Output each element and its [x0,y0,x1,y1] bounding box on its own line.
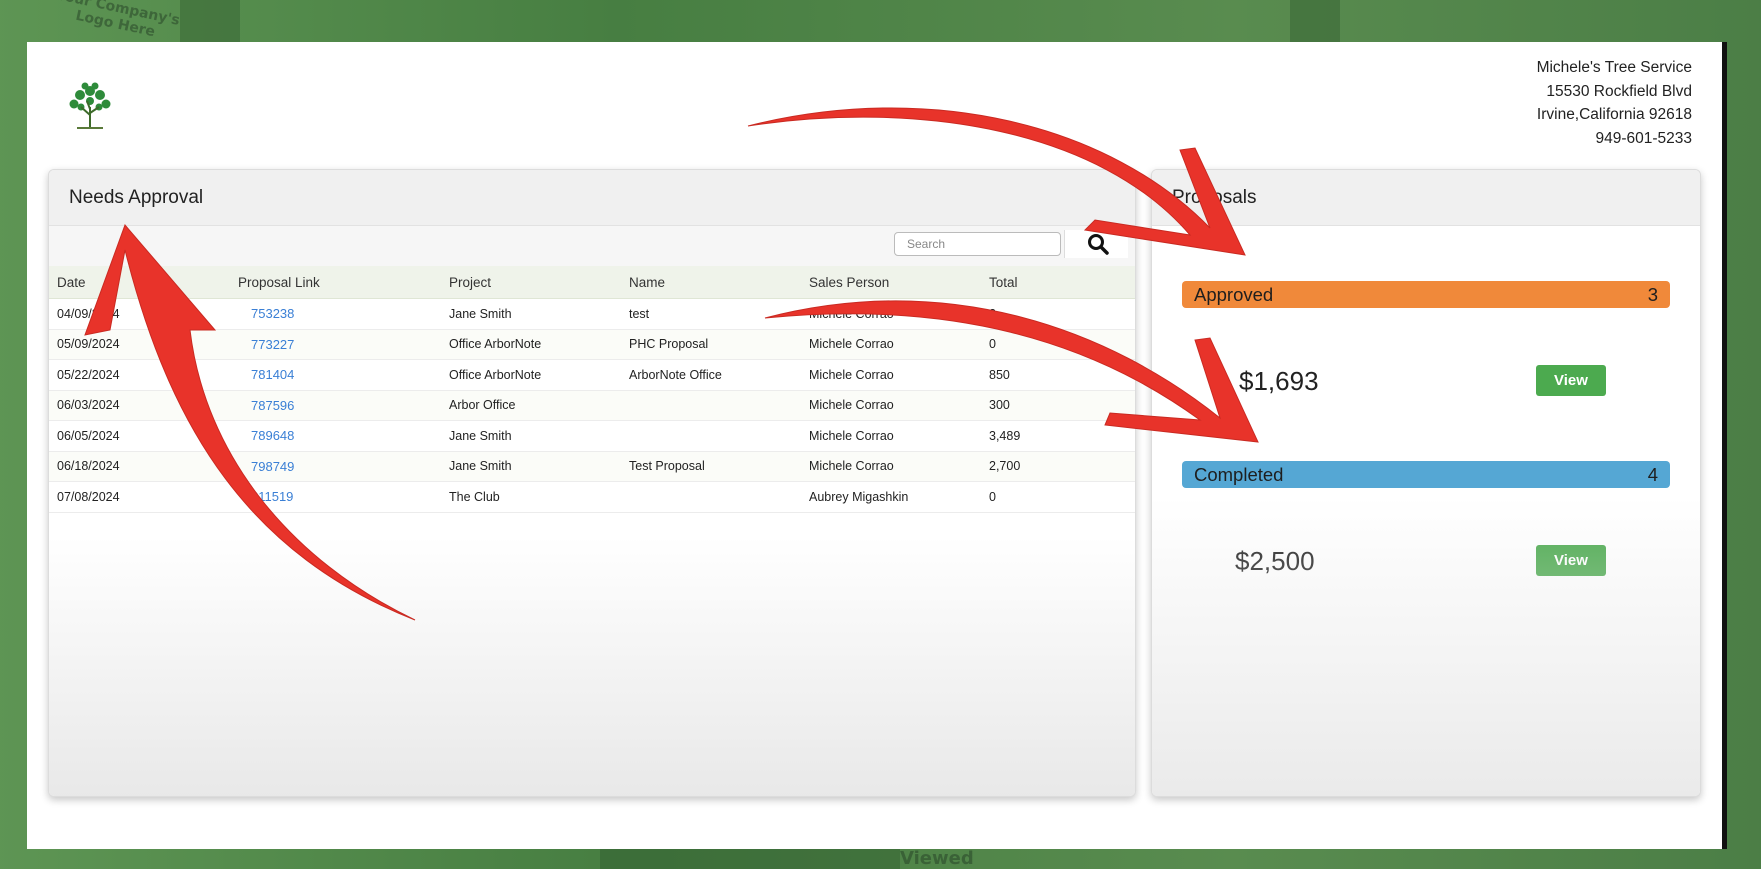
cell-total: 300 [988,390,1135,421]
cell-sales-person: Michele Corrao [808,359,988,391]
proposal-link[interactable]: 811519 [251,489,293,504]
approval-table: Date Proposal Link Project Name Sales Pe… [49,266,1135,513]
bg-viewed-text: Viewed [900,848,974,869]
cell-sales-person: Aubrey Migashkin [808,481,988,513]
cell-date: 05/09/2024 [49,329,226,360]
completed-view-button[interactable]: View [1536,545,1606,576]
needs-approval-title: Needs Approval [49,170,1135,226]
cell-total: 0 [988,329,1135,360]
app-window: Michele's Tree Service 15530 Rockfield B… [27,42,1727,849]
table-row[interactable]: 06/03/2024 787596 Arbor Office Michele C… [49,390,1135,421]
col-name[interactable]: Name [628,266,808,299]
cell-date: 06/05/2024 [49,420,226,452]
cell-name: PHC Proposal [628,329,808,360]
cell-date: 07/08/2024 [49,481,226,513]
completed-count: 4 [1647,464,1658,485]
cell-project: Office ArborNote [448,359,628,391]
col-project[interactable]: Project [448,266,628,299]
cell-sales-person: Michele Corrao [808,298,988,330]
cell-total: 2,700 [988,451,1135,482]
cell-name [628,390,808,421]
table-row[interactable]: 05/09/2024 773227 Office ArborNote PHC P… [49,329,1135,360]
cell-date: 06/18/2024 [49,451,226,482]
cell-total: 2,... [988,298,1135,330]
cell-project: The Club [448,481,628,513]
search-input[interactable] [894,232,1061,256]
cell-date: 06/03/2024 [49,390,226,421]
cell-sales-person: Michele Corrao [808,329,988,360]
cell-sales-person: Michele Corrao [808,451,988,482]
col-total[interactable]: Total [988,266,1135,299]
proposal-link[interactable]: 781404 [251,367,294,382]
tree-icon [65,77,115,132]
cell-date: 04/09/2024 [49,298,226,330]
cell-total: 0 [988,481,1135,513]
approved-status-bar: Approved 3 [1182,281,1670,308]
proposal-link[interactable]: 753238 [251,306,294,321]
table-row[interactable]: 07/08/2024 811519 The Club Aubrey Migash… [49,481,1135,513]
cell-name [628,481,808,513]
proposal-link[interactable]: 798749 [251,459,294,474]
cell-project: Jane Smith [448,298,628,330]
table-row[interactable]: 06/18/2024 798749 Jane Smith Test Propos… [49,451,1135,482]
proposal-link[interactable]: 789648 [251,428,294,443]
cell-date: 05/22/2024 [49,359,226,391]
search-button[interactable] [1064,230,1128,258]
cell-sales-person: Michele Corrao [808,390,988,421]
table-row[interactable]: 04/09/2024 753238 Jane Smith test Michel… [49,298,1135,330]
search-row [49,226,1135,266]
cell-name: Test Proposal [628,451,808,482]
cell-total: 3,489 [988,420,1135,452]
company-street: 15530 Rockfield Blvd [1546,82,1692,100]
col-proposal-link[interactable]: Proposal Link [226,266,448,299]
company-name: Michele's Tree Service [1536,59,1692,76]
proposal-link[interactable]: 773227 [251,337,294,352]
cell-name [628,420,808,452]
completed-label: Completed [1194,464,1284,485]
col-date[interactable]: Date [49,266,226,299]
cell-project: Jane Smith [448,420,628,452]
cell-project: Office ArborNote [448,329,628,360]
cell-name: ArborNote Office [628,359,808,391]
company-phone: 949-601-5233 [1595,129,1692,147]
table-row[interactable]: 06/05/2024 789648 Jane Smith Michele Cor… [49,420,1135,452]
cell-total: 850 [988,359,1135,391]
cell-sales-person: Michele Corrao [808,420,988,452]
table-header-row: Date Proposal Link Project Name Sales Pe… [49,266,1135,299]
proposals-title: Proposals [1152,170,1700,226]
approved-amount: $1,693 [1239,366,1319,396]
table-row[interactable]: 05/22/2024 781404 Office ArborNote Arbor… [49,359,1135,391]
cell-project: Arbor Office [448,390,628,421]
completed-amount: $2,500 [1235,546,1315,576]
panel-shade [49,536,1135,796]
cell-project: Jane Smith [448,451,628,482]
proposal-link[interactable]: 787596 [251,398,294,413]
panel-shade [1152,496,1700,796]
company-city: Irvine,California 92618 [1536,106,1692,123]
proposals-panel: Proposals Approved 3 $1,693 View Complet… [1151,169,1701,797]
magnifier-icon [1088,234,1109,255]
company-address: Michele's Tree Service 15530 Rockfield B… [1537,56,1692,150]
completed-status-bar: Completed 4 [1182,461,1670,488]
approved-view-button[interactable]: View [1536,365,1606,396]
approved-count: 3 [1647,284,1658,305]
cell-name: test [628,298,808,330]
col-sales-person[interactable]: Sales Person [808,266,988,299]
needs-approval-panel: Needs Approval Date Proposal Link Projec… [48,169,1136,797]
approved-label: Approved [1194,284,1274,305]
